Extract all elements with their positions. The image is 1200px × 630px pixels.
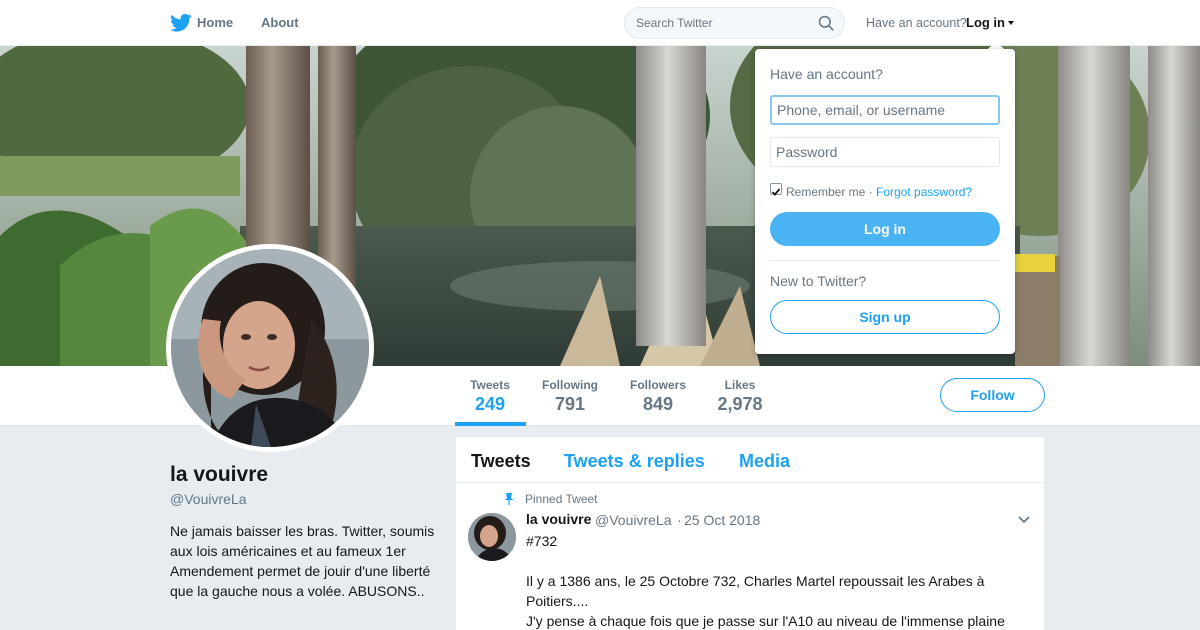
pinned-tweet-label: Pinned Tweet [525, 492, 598, 506]
search-input[interactable] [636, 15, 806, 31]
search-icon[interactable] [818, 15, 834, 31]
twitter-bird-icon[interactable] [170, 13, 192, 33]
login-dropdown: Have an account? Remember me · Forgot pa… [755, 49, 1015, 354]
stat-value: 791 [554, 394, 586, 414]
stat-value: 2,978 [717, 394, 763, 414]
stat-tweets[interactable]: Tweets 249 [462, 378, 518, 415]
tweet-line: #732 [526, 533, 558, 549]
stat-label: Tweets [470, 378, 510, 392]
follow-button[interactable]: Follow [940, 378, 1045, 412]
stat-followers[interactable]: Followers 849 [624, 378, 692, 415]
tab-tweets[interactable]: Tweets [471, 451, 531, 472]
stat-label: Likes [724, 378, 756, 392]
tweet-date[interactable]: 25 Oct 2018 [684, 512, 760, 528]
nav-home-link[interactable]: Home [197, 15, 233, 30]
stat-likes[interactable]: Likes 2,978 [712, 378, 768, 415]
dropdown-divider [770, 260, 1000, 261]
pin-icon [504, 493, 514, 505]
avatar-portrait-image [171, 249, 369, 447]
search-box[interactable] [624, 7, 845, 39]
profile-avatar[interactable] [166, 244, 374, 452]
tweet-line: J'y pense à chaque fois que je passe sur… [526, 613, 1005, 629]
profile-bio: Ne jamais baisser les bras. Twitter, sou… [170, 523, 435, 599]
forgot-password-link[interactable]: Forgot password? [876, 185, 972, 199]
active-stat-underline [455, 422, 526, 426]
checkmark-icon [771, 188, 781, 196]
have-account-label: Have an account? [866, 16, 967, 30]
dropdown-arrow [988, 41, 1004, 49]
timeline: Tweets Tweets & replies Media Pinned Twe… [456, 437, 1044, 630]
tweet-line: Il y a 1386 ans, le 25 Octobre 732, Char… [526, 573, 985, 609]
tweet-author-name[interactable]: la vouivre [526, 511, 591, 527]
stat-value: 849 [642, 394, 674, 414]
timeline-tabs: Tweets Tweets & replies Media [456, 437, 1044, 483]
tweet-avatar[interactable] [468, 513, 516, 561]
chevron-down-icon[interactable] [1018, 516, 1030, 524]
profile-name[interactable]: la vouivre [170, 463, 268, 487]
login-dropdown-toggle[interactable]: Log in [966, 15, 1005, 30]
new-to-twitter-label: New to Twitter? [770, 273, 867, 289]
dropdown-title: Have an account? [770, 66, 883, 82]
caret-down-icon[interactable] [1008, 21, 1014, 25]
login-button[interactable]: Log in [770, 212, 1000, 246]
stat-label: Following [542, 378, 598, 392]
remember-me-label[interactable]: Remember me · [786, 185, 873, 199]
profile-handle[interactable]: @VouivreLa [170, 491, 246, 507]
stat-label: Followers [629, 378, 686, 392]
stat-following[interactable]: Following 791 [536, 378, 604, 415]
tab-media[interactable]: Media [739, 451, 790, 472]
password-field[interactable] [770, 137, 1000, 167]
tweet-avatar-image [468, 513, 516, 561]
tweet-separator: · [677, 512, 682, 528]
tweet-text: #732 Il y a 1386 ans, le 25 Octobre 732,… [526, 531, 1026, 630]
top-nav-bar: Home About Have an account? Log in [0, 0, 1200, 46]
signup-button[interactable]: Sign up [770, 300, 1000, 334]
stat-value: 249 [474, 394, 506, 414]
tweet-author-handle[interactable]: @VouivreLa [595, 512, 671, 528]
username-field[interactable] [770, 95, 1000, 125]
nav-about-link[interactable]: About [261, 15, 299, 30]
remember-me-checkbox[interactable] [770, 183, 782, 196]
tab-tweets-replies[interactable]: Tweets & replies [564, 451, 705, 472]
